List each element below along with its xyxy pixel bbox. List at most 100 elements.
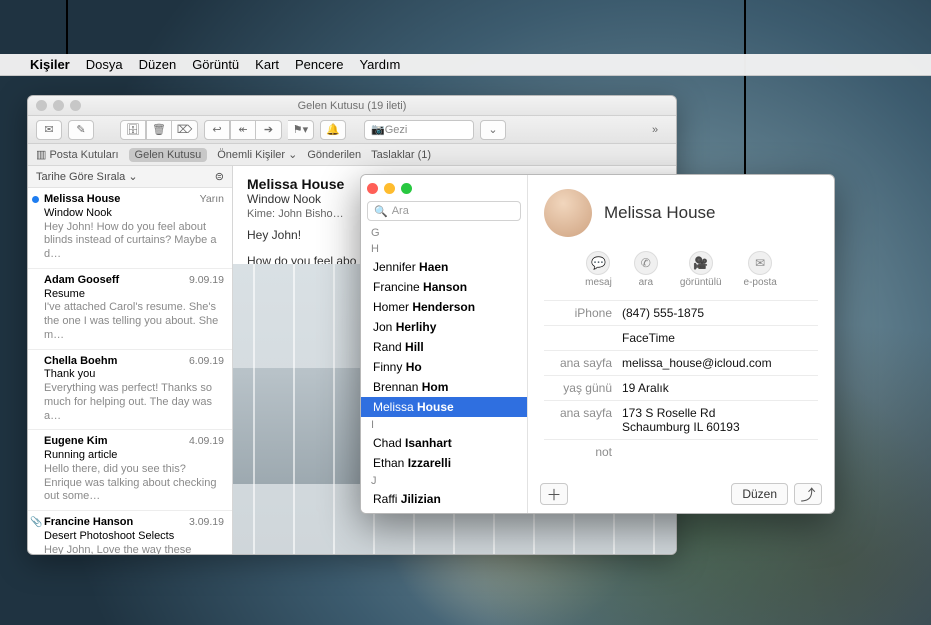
menu-file[interactable]: Dosya [86, 57, 123, 72]
contact-list-item[interactable]: Jennifer Haen [361, 257, 527, 277]
close-icon[interactable] [36, 100, 47, 111]
contact-list-item[interactable]: Brennan Hom [361, 377, 527, 397]
zoom-icon[interactable] [401, 183, 412, 194]
contact-list-item[interactable]: Raffi Jilizian [361, 489, 527, 509]
contact-field-label: yaş günü [544, 381, 622, 395]
callout-line [744, 0, 746, 190]
archive-button[interactable]: 🗄 [120, 120, 146, 140]
contact-field-row: iPhone(847) 555-1875 [544, 300, 818, 325]
contacts-section-header: H [361, 241, 527, 257]
mailboxes-button[interactable]: ▥ Posta Kutuları [36, 148, 119, 161]
reply-all-button[interactable]: ↞ [230, 120, 256, 140]
contact-name: Melissa House [604, 203, 716, 223]
message-subject: Thank you [44, 368, 224, 382]
contacts-search-input[interactable]: 🔍 Ara [367, 201, 521, 221]
contact-field-value[interactable] [622, 445, 818, 459]
get-mail-button[interactable]: ✉︎ [36, 120, 62, 140]
message-preview: Hey John, Love the way these turned out.… [44, 544, 224, 555]
contacts-window: 🔍 Ara GHJennifer HaenFrancine HansonHome… [360, 174, 835, 514]
close-icon[interactable] [367, 183, 378, 194]
forward-button[interactable]: ➔ [256, 120, 282, 140]
mail-titlebar[interactable]: Gelen Kutusu (19 ileti) [28, 96, 676, 116]
window-controls [361, 175, 527, 201]
add-contact-button[interactable]: ＋ [540, 483, 568, 505]
message-subject: Running article [44, 449, 224, 463]
window-controls [36, 100, 81, 111]
menu-edit[interactable]: Düzen [139, 57, 177, 72]
toolbar-dropdown-button[interactable]: ⌄ [480, 120, 506, 140]
message-subject: Desert Photoshoot Selects [44, 530, 224, 544]
message-row[interactable]: Chella Boehm6.09.19Thank youEverything w… [28, 350, 232, 431]
action-email[interactable]: ✉e-posta [744, 251, 777, 288]
contact-field-value[interactable]: melissa_house@icloud.com [622, 356, 818, 370]
share-button[interactable]: ⤴ [794, 483, 822, 505]
contacts-sidebar: 🔍 Ara GHJennifer HaenFrancine HansonHome… [361, 175, 528, 513]
mail-search-field[interactable]: 📷 Gezi [364, 120, 474, 140]
avatar[interactable] [544, 189, 592, 237]
contact-field-label: ana sayfa [544, 406, 622, 434]
contact-field-value[interactable]: (847) 555-1875 [622, 306, 818, 320]
contact-field-label [544, 331, 622, 345]
message-date: 6.09.19 [189, 355, 224, 368]
delete-button[interactable]: 🗑 [146, 120, 172, 140]
message-from: Melissa House [44, 193, 224, 207]
contact-list-item[interactable]: Jon Herlihy [361, 317, 527, 337]
contact-field-value[interactable]: 173 S Roselle Rd Schaumburg IL 60193 [622, 406, 818, 434]
filter-icon[interactable]: ⊜ [215, 170, 224, 183]
action-video[interactable]: 🎥görüntülü [680, 251, 722, 288]
minimize-icon[interactable] [384, 183, 395, 194]
to-value: John Bisho… [278, 208, 343, 220]
minimize-icon[interactable] [53, 100, 64, 111]
menu-card[interactable]: Kart [255, 57, 279, 72]
message-preview: Hello there, did you see this? Enrique w… [44, 463, 224, 504]
contact-list-item[interactable]: Homer Henderson [361, 297, 527, 317]
contact-field-value[interactable]: FaceTime [622, 331, 818, 345]
contact-list-item[interactable]: Francine Hanson [361, 277, 527, 297]
fav-vips[interactable]: Önemli Kişiler ⌄ [217, 148, 297, 161]
message-row[interactable]: Francine Hanson3.09.19Desert Photoshoot … [28, 511, 232, 554]
contact-list-item[interactable]: Rand Hill [361, 337, 527, 357]
junk-button[interactable]: ⌦ [172, 120, 198, 140]
message-list: Tarihe Göre Sırala ⌄ ⊜ Melissa HouseYarı… [28, 166, 233, 554]
contact-list-item[interactable]: Melissa House [361, 397, 527, 417]
edit-button[interactable]: Düzen [731, 483, 788, 505]
contact-field-value[interactable]: 19 Aralık [622, 381, 818, 395]
message-preview: Everything was perfect! Thanks so much f… [44, 382, 224, 423]
menu-window[interactable]: Pencere [295, 57, 343, 72]
contact-list-item[interactable]: Ethan Izzarelli [361, 453, 527, 473]
mute-button[interactable]: 🔔 [320, 120, 346, 140]
message-date: 9.09.19 [189, 274, 224, 287]
message-row[interactable]: Eugene Kim4.09.19Running articleHello th… [28, 430, 232, 511]
contact-field-row: FaceTime [544, 325, 818, 350]
mail-window-title: Gelen Kutusu (19 ileti) [298, 100, 407, 112]
fav-sent[interactable]: Gönderilen [307, 149, 361, 161]
flag-button[interactable]: ⚑▾ [288, 120, 314, 140]
action-call[interactable]: ✆ara [634, 251, 658, 288]
message-row[interactable]: Melissa HouseYarınWindow NookHey John! H… [28, 188, 232, 269]
message-row[interactable]: Adam Gooseff9.09.19ResumeI've attached C… [28, 269, 232, 350]
message-date: 3.09.19 [189, 516, 224, 529]
contact-field-label: not [544, 445, 622, 459]
message-icon: 💬 [586, 251, 610, 275]
contact-list-item[interactable]: Chad Isanhart [361, 433, 527, 453]
macos-menubar: Kişiler Dosya Düzen Görüntü Kart Pencere… [0, 54, 931, 76]
contact-field-label: iPhone [544, 306, 622, 320]
email-icon: ✉ [748, 251, 772, 275]
contact-field-row: not [544, 439, 818, 464]
fav-drafts[interactable]: Taslaklar (1) [371, 149, 431, 161]
compose-button[interactable]: ✎ [68, 120, 94, 140]
contact-list-item[interactable]: Finny Ho [361, 357, 527, 377]
contact-field-row: ana sayfamelissa_house@icloud.com [544, 350, 818, 375]
zoom-icon[interactable] [70, 100, 81, 111]
menu-help[interactable]: Yardım [359, 57, 400, 72]
menubar-app-name[interactable]: Kişiler [30, 57, 70, 72]
sort-menu[interactable]: Tarihe Göre Sırala ⌄ [36, 170, 138, 183]
contacts-section-header: I [361, 417, 527, 433]
toolbar-overflow-button[interactable]: » [642, 120, 668, 140]
message-subject: Window Nook [44, 207, 224, 221]
menu-view[interactable]: Görüntü [192, 57, 239, 72]
action-message[interactable]: 💬mesaj [585, 251, 612, 288]
reply-button[interactable]: ↩ [204, 120, 230, 140]
callout-line [66, 0, 68, 58]
fav-inbox[interactable]: Gelen Kutusu [129, 148, 208, 162]
